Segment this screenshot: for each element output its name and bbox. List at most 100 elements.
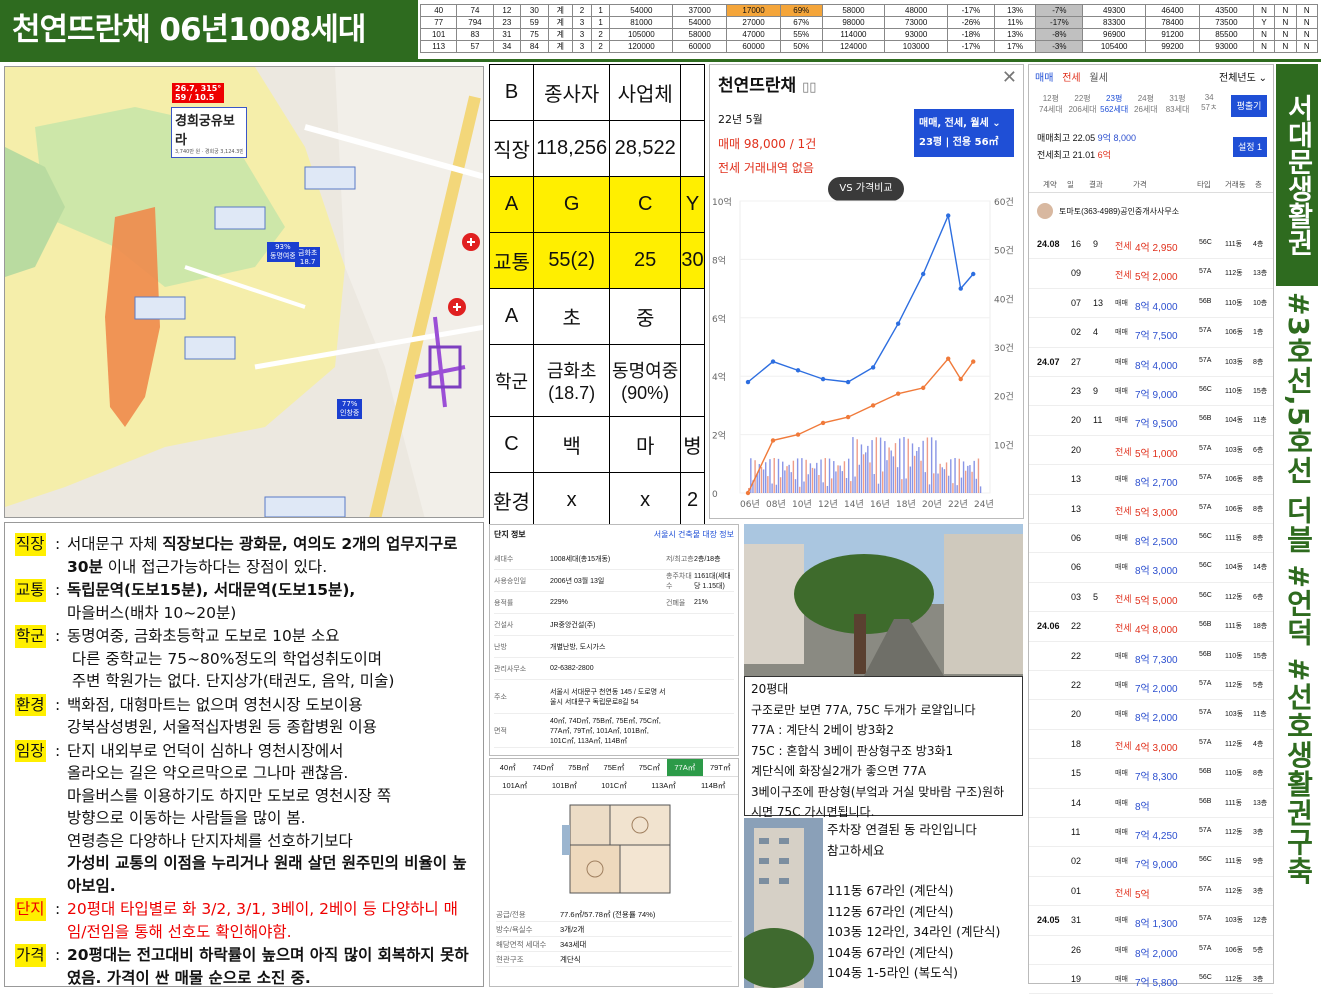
school-pin-1[interactable]: 93% 동명여중 — [267, 242, 299, 262]
info-row: 사용승인일 2006년 03월 13일 총주차대수 1161대(세대당 1.15대) — [494, 570, 734, 592]
list-item[interactable]: 24.06 22 전세 4억 8,000 56B 111동 18층 — [1029, 612, 1273, 642]
list-item[interactable]: 19 매매 7억 5,800 56C 112동 3층 — [1029, 965, 1273, 994]
stats-cell: Y — [1252, 16, 1276, 29]
size-tab[interactable]: 23평 562세대 — [1098, 93, 1130, 121]
list-item[interactable]: 23 9 매매 7억 9,000 56C 110동 15층 — [1029, 377, 1273, 407]
plan-tab[interactable]: 101B㎡ — [540, 777, 590, 794]
location-badge: 26.7, 315° 59 / 10.5 — [172, 83, 225, 103]
row-dong: 106동 — [1225, 329, 1244, 337]
row-price: 5억 — [1135, 889, 1150, 901]
plan-tab[interactable]: 40㎡ — [490, 759, 525, 776]
size-tab[interactable]: 12평 74세대 — [1035, 93, 1067, 121]
grid-cell: 교통 — [489, 232, 534, 289]
list-item[interactable]: 24.08 16 9 전세 4억 2,950 56C 111동 4층 — [1029, 230, 1273, 260]
list-item[interactable]: 24.05 31 매매 8억 1,300 57A 103동 12층 — [1029, 906, 1273, 936]
stats-cell: 85500 — [1198, 28, 1254, 41]
volume-bar — [977, 458, 980, 493]
info-key: 건설사 — [494, 621, 514, 629]
row-day: 26 — [1071, 944, 1082, 955]
stats-cell: 83 — [456, 28, 494, 41]
location-map[interactable]: 26.7, 315° 59 / 10.5 경희궁유보라 3,740만 원 · 경… — [4, 66, 484, 518]
list-item[interactable]: 22 매매 8억 7,300 56B 110동 15층 — [1029, 642, 1273, 671]
plan-tab[interactable]: 113A㎡ — [639, 777, 689, 794]
row-floor: 8층 — [1253, 358, 1264, 366]
broker-row[interactable]: 토마토(363-4989)공인중개사사무소 — [1037, 203, 1179, 219]
plan-tab[interactable]: 114B㎡ — [688, 777, 738, 794]
plan-tab[interactable]: 101A㎡ — [490, 777, 540, 794]
list-item[interactable]: 20 매매 8억 2,000 57A 103동 11층 — [1029, 700, 1273, 730]
list-item[interactable]: 03 5 전세 5억 5,000 56C 112동 6층 — [1029, 583, 1273, 613]
tab-jeonse[interactable]: 전세 — [1062, 73, 1080, 84]
list-item[interactable]: 01 전세 5억 57A 112동 3층 — [1029, 877, 1273, 907]
plan-tab[interactable]: 74D㎡ — [525, 759, 560, 776]
school-pin-3[interactable]: 77% 인창중 — [337, 399, 363, 419]
list-item[interactable]: 13 매매 8억 2,700 57A 106동 8층 — [1029, 465, 1273, 495]
list-item[interactable]: 06 매매 8억 3,000 56C 104동 14층 — [1029, 553, 1273, 583]
note-label: 환경 — [15, 693, 46, 716]
list-item[interactable]: 20 전세 5억 1,000 57A 103동 6층 — [1029, 436, 1273, 466]
close-icon[interactable]: ✕ — [1002, 67, 1017, 88]
volume-bar — [824, 458, 826, 493]
plan-tab[interactable]: 77A㎡ — [667, 759, 703, 776]
tab-sale[interactable]: 매매 — [1035, 73, 1053, 84]
list-item[interactable]: 22 매매 7억 2,000 57A 112동 5층 — [1029, 671, 1273, 701]
list-item[interactable]: 11 매매 7억 4,250 57A 112동 3층 — [1029, 818, 1273, 848]
stats-cell: 99200 — [1145, 40, 1200, 53]
list-item[interactable]: 06 매매 8억 2,500 56C 111동 8층 — [1029, 524, 1273, 554]
plan-tab[interactable]: 101C㎡ — [589, 777, 639, 794]
score-grid: B 종사자 사업체 직장 118,256 28,522 A G C Y 교통 55(2) 25 30 A 초 중… — [489, 64, 705, 529]
row-kind: 전세 — [1115, 505, 1132, 516]
list-item[interactable]: 02 4 매매 7억 7,500 57A 106동 1층 — [1029, 318, 1273, 348]
grid-cell: 중 — [609, 288, 681, 345]
stats-cell: -18% — [947, 28, 995, 41]
list-item[interactable]: 20 11 매매 7억 9,500 56B 104동 11층 — [1029, 406, 1273, 436]
row-dong: 104동 — [1225, 417, 1244, 425]
list-item[interactable]: 07 13 매매 8억 4,000 56B 110동 10층 — [1029, 289, 1273, 319]
volume-bar — [958, 458, 960, 493]
filter-dropdown[interactable]: 매매, 전세, 월세 ⌄ 23평 | 전용 56㎡ — [914, 109, 1014, 157]
stats-cell: N — [1252, 4, 1276, 17]
size-tab[interactable]: 31평 83세대 — [1162, 93, 1194, 121]
list-item[interactable]: 09 전세 5억 2,000 57A 112동 13층 — [1029, 259, 1273, 289]
plan-tab[interactable]: 75E㎡ — [596, 759, 631, 776]
plan-tab[interactable]: 75C㎡ — [632, 759, 667, 776]
series-line — [747, 357, 974, 494]
volume-bar — [777, 458, 780, 493]
list-item[interactable]: 15 매매 7억 8,300 56B 110동 8층 — [1029, 759, 1273, 789]
school-pin-2[interactable]: 금화초 18.7 — [295, 247, 321, 267]
row-floor: 6층 — [1253, 446, 1264, 454]
row-type: 57A — [1199, 885, 1212, 893]
size-tab[interactable]: 22평 206세대 — [1067, 93, 1099, 121]
year-dropdown[interactable]: 전체년도 ⌄ — [1219, 69, 1267, 84]
list-item[interactable]: 02 매매 7억 9,000 56C 111동 9층 — [1029, 847, 1273, 877]
list-item[interactable]: 18 전세 4억 3,000 57A 112동 4층 — [1029, 730, 1273, 760]
size-tab[interactable]: 24평 26세대 — [1130, 93, 1162, 121]
tab-wolse[interactable]: 월세 — [1089, 73, 1107, 84]
row-result: 5 — [1093, 591, 1099, 602]
volume-bar — [811, 467, 814, 493]
chart-rent-line: 전세 거래내역 없음 — [718, 161, 814, 175]
py-button[interactable]: 평출기 — [1231, 95, 1267, 117]
plan-tab[interactable]: 75B㎡ — [561, 759, 596, 776]
volume-bar — [873, 474, 875, 493]
volume-bar — [922, 440, 924, 493]
row-floor: 6층 — [1253, 593, 1264, 601]
list-item[interactable]: 26 매매 8억 2,000 57A 106동 5층 — [1029, 936, 1273, 965]
row-kind: 매매 — [1115, 976, 1128, 983]
volume-bar — [788, 464, 790, 493]
list-item[interactable]: 13 전세 5억 3,000 57A 106동 8층 — [1029, 495, 1273, 524]
row-kind: 매매 — [1115, 476, 1128, 484]
row-price: 8억 2,500 — [1135, 537, 1178, 548]
info-link[interactable]: 서울시 건축물 대장 정보 — [654, 529, 734, 540]
size-tab[interactable]: 34 57ㅊ — [1193, 93, 1225, 121]
list-item[interactable]: 24.07 27 매매 8억 4,000 57A 103동 8층 — [1029, 348, 1273, 377]
note-line: 111동 67라인 (계단식) — [827, 883, 954, 898]
info-key2: 총주차대수 — [666, 572, 692, 590]
grid-cell: 마 — [609, 416, 681, 473]
settings-button[interactable]: 설정 1 — [1233, 137, 1267, 157]
stats-cell: 83300 — [1082, 16, 1147, 29]
complex-label[interactable]: 경희궁유보라 3,740만 원 · 경희궁 3,124.3만 — [171, 107, 247, 158]
row-month: 24.06 — [1037, 621, 1060, 632]
plan-tab[interactable]: 79T㎡ — [703, 759, 738, 776]
list-item[interactable]: 14 매매 8억 56B 111동 13층 — [1029, 789, 1273, 818]
